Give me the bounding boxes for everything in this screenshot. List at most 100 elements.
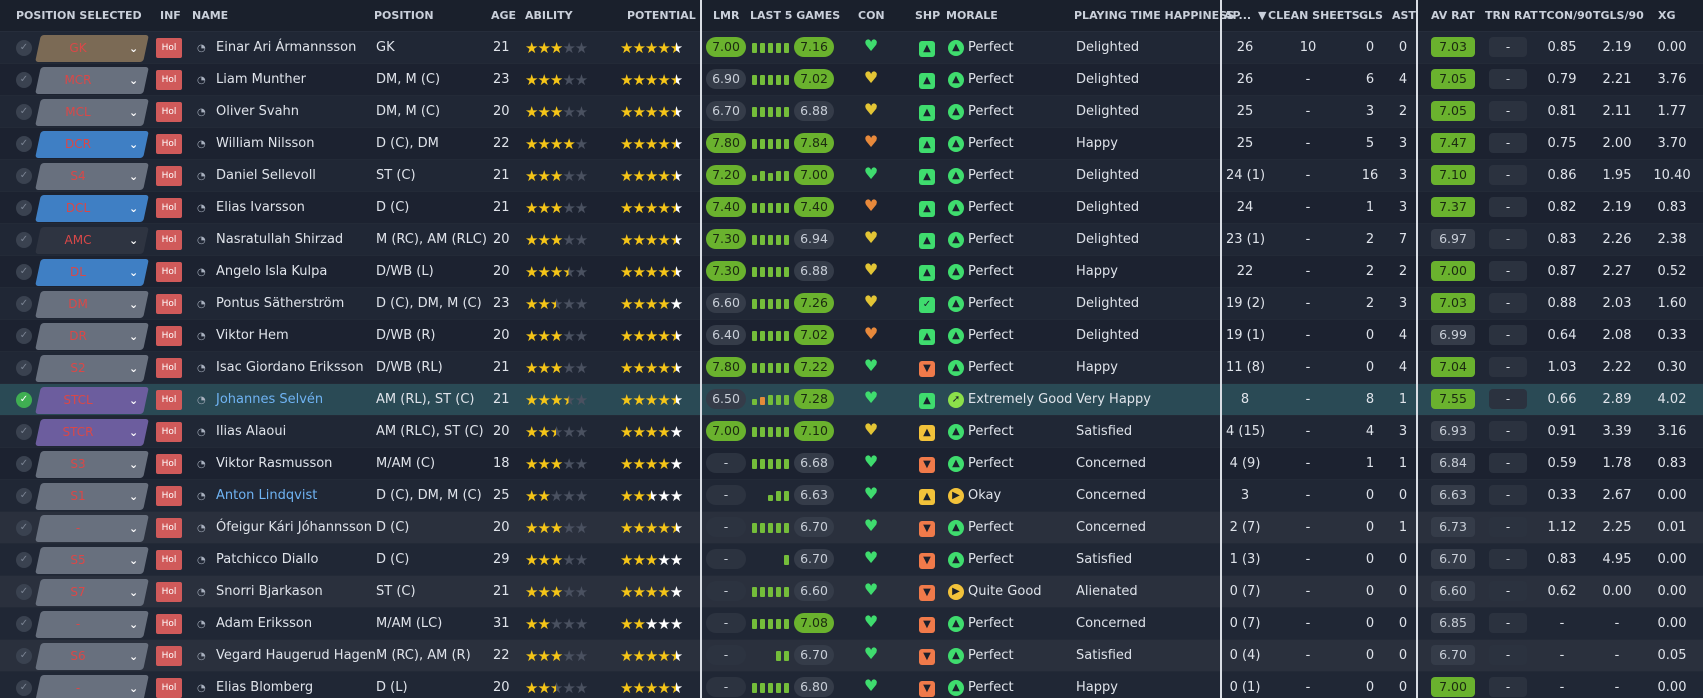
holiday-badge[interactable]: Hol bbox=[156, 198, 182, 218]
select-checkbox[interactable]: ✓ bbox=[16, 296, 32, 312]
holiday-badge[interactable]: Hol bbox=[156, 614, 182, 634]
table-row[interactable]: ✓ DCL ⌄ Hol ◔ Elias Ivarsson D (C) 21 ★★… bbox=[0, 192, 1703, 224]
position-dropdown[interactable]: DR ⌄ bbox=[35, 323, 149, 350]
table-row[interactable]: ✓ MCL ⌄ Hol ◔ Oliver Svahn DM, M (C) 20 … bbox=[0, 96, 1703, 128]
table-row[interactable]: ✓ S2 ⌄ Hol ◔ Isac Giordano Eriksson D/WB… bbox=[0, 352, 1703, 384]
table-row[interactable]: ✓ STCR ⌄ Hol ◔ Ilias Alaoui AM (RLC), ST… bbox=[0, 416, 1703, 448]
position-dropdown[interactable]: AMC ⌄ bbox=[35, 227, 149, 254]
select-checkbox[interactable]: ✓ bbox=[16, 584, 32, 600]
col-position-selected[interactable]: POSITION SELECTED bbox=[16, 0, 142, 32]
position-dropdown[interactable]: S3 ⌄ bbox=[35, 451, 149, 478]
col-potential[interactable]: POTENTIAL bbox=[627, 0, 696, 32]
select-checkbox[interactable]: ✓ bbox=[16, 40, 32, 56]
col-age[interactable]: AGE bbox=[491, 0, 516, 32]
table-row[interactable]: ✓ S6 ⌄ Hol ◔ Vegard Haugerud Hagen M (RC… bbox=[0, 640, 1703, 672]
table-row[interactable]: ✓ STCL ⌄ Hol ◔ Johannes Selvén AM (RL), … bbox=[0, 384, 1703, 416]
player-name[interactable]: Oliver Svahn bbox=[216, 96, 299, 128]
col-shp[interactable]: SHP bbox=[915, 0, 940, 32]
player-name[interactable]: Ófeigur Kári Jóhannsson bbox=[216, 512, 372, 544]
table-row[interactable]: ✓ S4 ⌄ Hol ◔ Daniel Sellevoll ST (C) 21 … bbox=[0, 160, 1703, 192]
holiday-badge[interactable]: Hol bbox=[156, 134, 182, 154]
position-dropdown[interactable]: S4 ⌄ bbox=[35, 163, 149, 190]
player-name[interactable]: Ilias Alaoui bbox=[216, 416, 286, 448]
holiday-badge[interactable]: Hol bbox=[156, 102, 182, 122]
position-dropdown[interactable]: S5 ⌄ bbox=[35, 547, 149, 574]
col-av-rat[interactable]: AV RAT bbox=[1431, 0, 1475, 32]
col-lmr[interactable]: LMR bbox=[713, 0, 739, 32]
table-row[interactable]: ✓ - ⌄ Hol ◔ Ófeigur Kári Jóhannsson D (C… bbox=[0, 512, 1703, 544]
position-dropdown[interactable]: STCR ⌄ bbox=[35, 419, 149, 446]
select-checkbox[interactable]: ✓ bbox=[16, 552, 32, 568]
table-row[interactable]: ✓ DR ⌄ Hol ◔ Viktor Hem D/WB (R) 20 ★★★★… bbox=[0, 320, 1703, 352]
position-dropdown[interactable]: DM ⌄ bbox=[35, 291, 149, 318]
table-row[interactable]: ✓ - ⌄ Hol ◔ Elias Blomberg D (L) 20 ★★★★… bbox=[0, 672, 1703, 698]
holiday-badge[interactable]: Hol bbox=[156, 486, 182, 506]
table-row[interactable]: ✓ MCR ⌄ Hol ◔ Liam Munther DM, M (C) 23 … bbox=[0, 64, 1703, 96]
select-checkbox[interactable]: ✓ bbox=[16, 424, 32, 440]
holiday-badge[interactable]: Hol bbox=[156, 582, 182, 602]
player-name[interactable]: Einar Ari Ármannsson bbox=[216, 32, 356, 64]
player-name[interactable]: Elias Ivarsson bbox=[216, 192, 305, 224]
col-ast[interactable]: AST bbox=[1392, 0, 1416, 32]
holiday-badge[interactable]: Hol bbox=[156, 326, 182, 346]
player-name[interactable]: Snorri Bjarkason bbox=[216, 576, 323, 608]
select-checkbox[interactable]: ✓ bbox=[16, 232, 32, 248]
col-tgls90[interactable]: TGLS/90 bbox=[1593, 0, 1644, 32]
player-name[interactable]: William Nilsson bbox=[216, 128, 314, 160]
col-gls[interactable]: GLS bbox=[1359, 0, 1383, 32]
position-dropdown[interactable]: S2 ⌄ bbox=[35, 355, 149, 382]
player-name[interactable]: Daniel Sellevoll bbox=[216, 160, 316, 192]
col-morale[interactable]: MORALE bbox=[946, 0, 998, 32]
player-name[interactable]: Viktor Hem bbox=[216, 320, 289, 352]
holiday-badge[interactable]: Hol bbox=[156, 38, 182, 58]
select-checkbox[interactable]: ✓ bbox=[16, 616, 32, 632]
holiday-badge[interactable]: Hol bbox=[156, 70, 182, 90]
position-dropdown[interactable]: S7 ⌄ bbox=[35, 579, 149, 606]
player-name[interactable]: Vegard Haugerud Hagen bbox=[216, 640, 376, 672]
col-playing-time-happiness[interactable]: PLAYING TIME HAPPINESS bbox=[1074, 0, 1235, 32]
table-row[interactable]: ✓ DL ⌄ Hol ◔ Angelo Isla Kulpa D/WB (L) … bbox=[0, 256, 1703, 288]
select-checkbox[interactable]: ✓ bbox=[16, 392, 32, 408]
table-row[interactable]: ✓ S1 ⌄ Hol ◔ Anton Lindqvist D (C), DM, … bbox=[0, 480, 1703, 512]
holiday-badge[interactable]: Hol bbox=[156, 550, 182, 570]
col-inf[interactable]: INF bbox=[160, 0, 181, 32]
select-checkbox[interactable]: ✓ bbox=[16, 360, 32, 376]
position-dropdown[interactable]: STCL ⌄ bbox=[35, 387, 149, 414]
col-con[interactable]: CON bbox=[858, 0, 885, 32]
holiday-badge[interactable]: Hol bbox=[156, 646, 182, 666]
holiday-badge[interactable]: Hol bbox=[156, 390, 182, 410]
col-xg[interactable]: XG bbox=[1658, 0, 1676, 32]
holiday-badge[interactable]: Hol bbox=[156, 454, 182, 474]
select-checkbox[interactable]: ✓ bbox=[16, 168, 32, 184]
player-name[interactable]: Adam Eriksson bbox=[216, 608, 312, 640]
select-checkbox[interactable]: ✓ bbox=[16, 264, 32, 280]
select-checkbox[interactable]: ✓ bbox=[16, 328, 32, 344]
table-row[interactable]: ✓ DCR ⌄ Hol ◔ William Nilsson D (C), DM … bbox=[0, 128, 1703, 160]
position-dropdown[interactable]: GK ⌄ bbox=[35, 35, 149, 62]
select-checkbox[interactable]: ✓ bbox=[16, 648, 32, 664]
position-dropdown[interactable]: - ⌄ bbox=[35, 515, 149, 542]
table-row[interactable]: ✓ GK ⌄ Hol ◔ Einar Ari Ármannsson GK 21 … bbox=[0, 32, 1703, 64]
player-name[interactable]: Nasratullah Shirzad bbox=[216, 224, 343, 256]
col-last5[interactable]: LAST 5 GAMES bbox=[750, 0, 840, 32]
player-name[interactable]: Angelo Isla Kulpa bbox=[216, 256, 327, 288]
col-appearances-label[interactable]: AP... bbox=[1224, 0, 1251, 32]
player-name[interactable]: Patchicco Diallo bbox=[216, 544, 318, 576]
player-name[interactable]: Johannes Selvén bbox=[216, 384, 323, 416]
select-checkbox[interactable]: ✓ bbox=[16, 136, 32, 152]
player-name[interactable]: Pontus Sätherström bbox=[216, 288, 344, 320]
table-row[interactable]: ✓ DM ⌄ Hol ◔ Pontus Sätherström D (C), D… bbox=[0, 288, 1703, 320]
position-dropdown[interactable]: - ⌄ bbox=[35, 611, 149, 638]
holiday-badge[interactable]: Hol bbox=[156, 230, 182, 250]
select-checkbox[interactable]: ✓ bbox=[16, 520, 32, 536]
col-position[interactable]: POSITION bbox=[374, 0, 434, 32]
col-ability[interactable]: ABILITY bbox=[525, 0, 573, 32]
player-name[interactable]: Elias Blomberg bbox=[216, 672, 313, 698]
select-checkbox[interactable]: ✓ bbox=[16, 72, 32, 88]
table-row[interactable]: ✓ - ⌄ Hol ◔ Adam Eriksson M/AM (LC) 31 ★… bbox=[0, 608, 1703, 640]
position-dropdown[interactable]: DCL ⌄ bbox=[35, 195, 149, 222]
col-tcon90[interactable]: TCON/90 bbox=[1539, 0, 1592, 32]
position-dropdown[interactable]: S1 ⌄ bbox=[35, 483, 149, 510]
position-dropdown[interactable]: S6 ⌄ bbox=[35, 643, 149, 670]
table-row[interactable]: ✓ S7 ⌄ Hol ◔ Snorri Bjarkason ST (C) 21 … bbox=[0, 576, 1703, 608]
